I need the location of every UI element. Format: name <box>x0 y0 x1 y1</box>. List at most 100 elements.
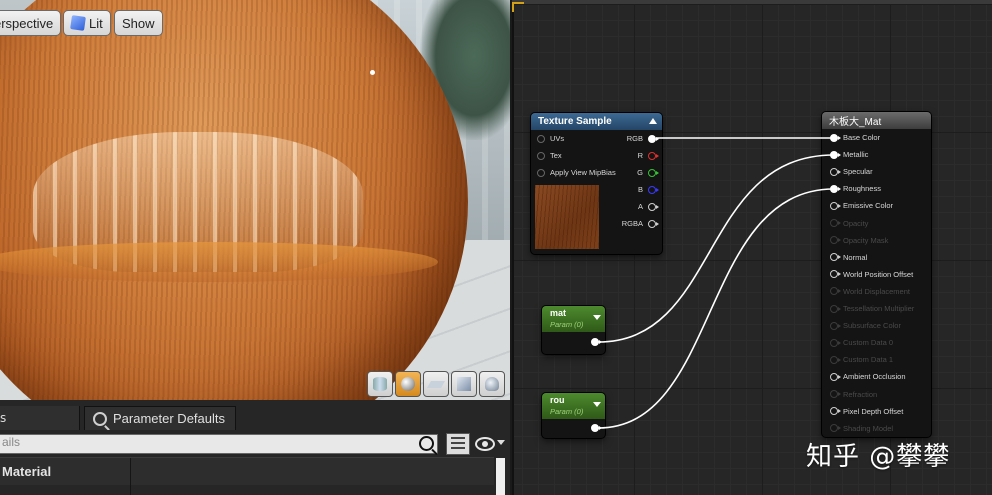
result-pin-icon <box>830 355 841 364</box>
perspective-label: erspective <box>0 15 54 31</box>
result-pin-label: Specular <box>843 167 873 177</box>
pin-rgb-icon <box>648 134 659 143</box>
cube-icon <box>457 377 471 391</box>
tab-parameter-defaults[interactable]: Parameter Defaults <box>84 406 236 430</box>
result-pin-pixel-depth-offset[interactable]: Pixel Depth Offset <box>830 407 903 416</box>
result-pin-icon <box>830 287 841 296</box>
material-category-row[interactable]: Material <box>0 457 494 495</box>
result-pin-label: Metallic <box>843 150 869 160</box>
pin-mipbias-icon <box>537 168 545 177</box>
graph-focus-corner <box>512 2 524 12</box>
result-pin-normal[interactable]: Normal <box>830 253 867 262</box>
pin-a-icon <box>648 202 659 211</box>
pin-rgb-label: RGB <box>626 134 643 143</box>
param-mat-subtitle: Param (0) <box>550 320 584 329</box>
result-pin-label: World Displacement <box>843 286 910 296</box>
pin-r-label: R <box>637 151 643 160</box>
pin-rgba-out[interactable]: RGBA <box>622 219 659 228</box>
result-pin-label: Opacity <box>843 218 869 228</box>
pin-a-out[interactable]: A <box>637 202 659 211</box>
scalar-param-mat-node[interactable]: mat Param (0) <box>542 306 605 354</box>
collapse-arrow-icon[interactable] <box>649 118 657 124</box>
param-rou-output[interactable] <box>591 424 602 432</box>
sphere-icon <box>401 377 415 391</box>
pin-rgb-out[interactable]: RGB <box>626 134 659 143</box>
watermark-text: 知乎 @攀攀 <box>806 442 951 472</box>
result-pin-opacity: Opacity <box>830 219 868 228</box>
pin-mipbias-label: Apply View MipBias <box>550 168 616 177</box>
pin-r-icon <box>648 151 659 160</box>
material-preview-viewport[interactable]: erspective Lit Show <box>0 0 510 400</box>
result-pin-label: Subsurface Color <box>843 321 901 331</box>
lit-button[interactable]: Lit <box>63 10 111 36</box>
param-mat-header: mat Param (0) <box>542 306 605 332</box>
preview-sphere-button[interactable] <box>395 371 421 397</box>
result-pin-icon <box>830 201 841 210</box>
result-pin-world-displacement: World Displacement <box>830 287 910 296</box>
pin-b-out[interactable]: B <box>637 185 659 194</box>
result-pin-icon <box>830 219 841 227</box>
result-pin-icon <box>830 372 841 381</box>
result-pin-label: Shading Model <box>843 423 894 433</box>
result-pin-subsurface-color: Subsurface Color <box>830 321 901 330</box>
pin-apply-view-mipbias[interactable]: Apply View MipBias <box>537 168 616 177</box>
scalar-param-rou-node[interactable]: rou Param (0) <box>542 393 605 438</box>
result-pin-custom-data-1: Custom Data 1 <box>830 355 893 364</box>
tab-details-label: s <box>0 411 7 425</box>
column-divider <box>130 458 131 495</box>
chevron-down-icon[interactable] <box>593 315 601 320</box>
texture-sample-node[interactable]: Texture Sample UVs Tex Apply View MipBia… <box>531 113 662 254</box>
chevron-down-icon[interactable] <box>497 440 505 445</box>
param-rou-header: rou Param (0) <box>542 393 605 419</box>
result-pin-opacity-mask: Opacity Mask <box>830 236 888 245</box>
result-pin-world-position-offset[interactable]: World Position Offset <box>830 270 913 279</box>
result-pin-label: World Position Offset <box>843 269 914 279</box>
perspective-button[interactable]: erspective <box>0 10 62 36</box>
pin-r-out[interactable]: R <box>637 151 659 160</box>
result-pin-specular[interactable]: Specular <box>830 167 873 176</box>
teapot-icon <box>485 377 499 391</box>
result-pin-label: Ambient Occlusion <box>843 372 906 382</box>
result-pin-ambient-occlusion[interactable]: Ambient Occlusion <box>830 372 906 381</box>
show-button[interactable]: Show <box>114 10 163 36</box>
result-pin-icon <box>830 236 841 245</box>
result-pin-emissive-color[interactable]: Emissive Color <box>830 201 893 210</box>
eye-icon[interactable] <box>475 437 495 451</box>
result-pin-label: Custom Data 1 <box>843 355 894 365</box>
pin-g-icon <box>648 168 659 177</box>
result-pin-metallic[interactable]: Metallic <box>830 150 868 159</box>
details-scrollbar[interactable] <box>496 458 505 495</box>
preview-sphere <box>0 0 468 400</box>
pin-uvs-icon <box>537 134 545 143</box>
param-mat-output[interactable] <box>591 338 602 346</box>
preview-cylinder-button[interactable] <box>367 371 393 397</box>
result-pin-label: Emissive Color <box>843 201 894 211</box>
preview-cube-button[interactable] <box>451 371 477 397</box>
chevron-down-icon[interactable] <box>593 402 601 407</box>
list-view-icon[interactable] <box>446 433 470 455</box>
magnifier-icon <box>93 411 107 426</box>
result-pin-roughness[interactable]: Roughness <box>830 184 881 193</box>
preview-plane-button[interactable] <box>423 371 449 397</box>
result-pin-icon <box>830 167 841 176</box>
details-search-input[interactable]: ails <box>0 434 438 454</box>
tab-details[interactable]: s <box>0 406 80 430</box>
material-result-node[interactable]: 木板大_Mat Base Color Metallic Specular Roughn… <box>822 112 931 437</box>
result-pin-icon <box>830 304 841 313</box>
pin-b-label: B <box>637 185 643 194</box>
preview-teapot-button[interactable] <box>479 371 505 397</box>
result-pin-icon <box>830 150 841 159</box>
material-category-label: Material <box>2 464 52 479</box>
result-pin-label: Refraction <box>843 389 878 399</box>
pin-g-label: G <box>637 168 643 177</box>
result-pin-label: Custom Data 0 <box>843 338 894 348</box>
pin-g-out[interactable]: G <box>637 168 659 177</box>
search-icon[interactable] <box>419 436 434 451</box>
result-pin-label: Base Color <box>843 133 881 142</box>
tab-parameter-defaults-label: Parameter Defaults <box>113 411 225 426</box>
result-pin-base-color[interactable]: Base Color <box>830 133 880 142</box>
pin-tex[interactable]: Tex <box>537 151 562 160</box>
pin-a-label: A <box>637 202 643 211</box>
result-pin-icon <box>830 184 841 193</box>
pin-uvs[interactable]: UVs <box>537 134 564 143</box>
